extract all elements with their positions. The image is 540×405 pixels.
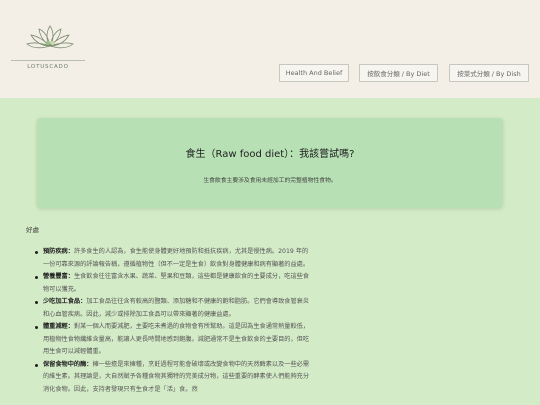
lotus-logo-icon [26, 25, 74, 49]
list-item: 保留食物中的酶：擁一些擔是來擁種，烹飪過程可能會破壞或改變食物中的天然酶素以及一… [35, 359, 313, 397]
hero-card: 食生（Raw food diet）：我該嘗試嗎? 生食飲食主要涉及食用未經加工的… [37, 118, 503, 208]
page-subtitle: 生食飲食主要涉及食用未經加工的完整植物性食物。 [203, 178, 337, 184]
list-item: 營養豐富：生食飲食往往富含水果、蔬菜、堅果和豆類，這些都是健康飲食的主要成分，吃… [35, 271, 313, 296]
list-item-term: 少吃加工食品： [43, 298, 87, 305]
site-header: LOTUSCADO Health And Belief 按飲食分類 / By D… [0, 0, 540, 98]
nav-health-and-belief[interactable]: Health And Belief [279, 64, 349, 82]
list-item: 預防疾病：許多食生的人認為，食生能使身體更好地預防和抵抗疾病，尤其是慢性病。20… [35, 246, 313, 271]
list-item-text: 對某一個人而要減肥，主要吃未煮過的食物會有所幫助。這是因為生食通常熱量較低，用植… [43, 323, 310, 355]
article-content: 好處 預防疾病：許多食生的人認為，食生能使身體更好地預防和抵抗疾病，尤其是慢性病… [26, 224, 506, 396]
list-item: 體重減輕：對某一個人而要減肥，主要吃未煮過的食物會有所幫助。這是因為生食通常熱量… [35, 321, 313, 359]
list-item: 少吃加工食品：加工食品往往含有較高的鹽類、添加糖和不健康的飽和脂肪。它們會導致食… [35, 296, 313, 321]
list-item-term: 保留食物中的酶： [43, 360, 93, 368]
list-item-term: 營養豐富： [43, 273, 74, 280]
benefits-list: 預防疾病：許多食生的人認為，食生能使身體更好地預防和抵抗疾病，尤其是慢性病。20… [26, 246, 506, 396]
nav-by-diet[interactable]: 按飲食分類 / By Diet [359, 64, 438, 82]
list-item-text: 生食飲食往往富含水果、蔬菜、堅果和豆類，這些都是健康飲食的主要成分，吃這些食物可… [43, 273, 310, 293]
list-item-term: 預防疾病： [43, 248, 74, 255]
brand-name: LOTUSCADO [27, 64, 69, 70]
section-heading: 好處 [26, 226, 39, 234]
nav-by-dish[interactable]: 按菜式分類 / By Dish [449, 64, 529, 82]
page-title: 食生（Raw food diet）：我該嘗試嗎? [185, 149, 355, 160]
logo-divider [11, 60, 85, 61]
list-item-text: 許多食生的人認為，食生能使身體更好地預防和抵抗疾病，尤其是慢性病。2019 年的… [43, 248, 310, 268]
list-item-term: 體重減輕： [43, 323, 74, 330]
